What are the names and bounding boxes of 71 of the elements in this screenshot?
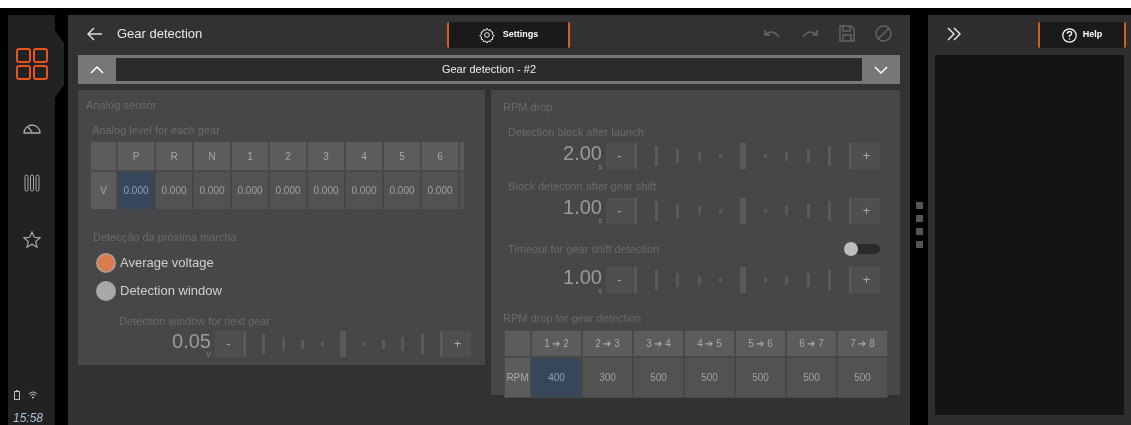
option-label: Average voltage bbox=[120, 253, 214, 272]
column-header: N bbox=[193, 141, 231, 171]
column-header: P bbox=[117, 141, 155, 171]
column-header: 3 bbox=[307, 141, 345, 171]
selector-field[interactable]: Gear detection - #2 bbox=[116, 58, 862, 81]
decrement-button[interactable]: - bbox=[606, 143, 633, 169]
increment-button[interactable]: + bbox=[853, 267, 880, 293]
table-cell[interactable]: 0.000 bbox=[231, 171, 269, 210]
column-header: 6 ➔ 7 bbox=[786, 329, 837, 357]
page-title: Gear detection bbox=[117, 24, 203, 43]
column-header: 2 ➔ 3 bbox=[582, 329, 633, 357]
table-cell[interactable]: 0.000 bbox=[117, 171, 155, 210]
chevron-up-icon bbox=[90, 65, 104, 74]
columns-icon[interactable] bbox=[23, 174, 40, 192]
setting-value: 1.00 bbox=[563, 197, 602, 217]
column-header: 1 ➔ 2 bbox=[531, 329, 582, 357]
save-icon[interactable] bbox=[839, 25, 855, 42]
column-header: 4 ➔ 5 bbox=[684, 329, 735, 357]
increment-button[interactable]: + bbox=[444, 331, 471, 357]
apps-grid-icon[interactable] bbox=[15, 48, 48, 80]
column-header: R bbox=[155, 141, 193, 171]
decrement-button[interactable]: - bbox=[215, 331, 242, 357]
setting-value: 1.00 bbox=[563, 266, 602, 287]
setting-value: 2.00 bbox=[563, 142, 602, 163]
table-cell[interactable]: 0.000 bbox=[155, 171, 193, 210]
row-header: RPM bbox=[504, 356, 531, 398]
column-header: 6 bbox=[421, 141, 459, 171]
wifi-icon bbox=[28, 391, 38, 399]
decrement-button[interactable]: - bbox=[606, 267, 633, 293]
table-cell[interactable]: 500 bbox=[786, 356, 837, 398]
chevron-down-icon bbox=[874, 65, 888, 74]
table-cell[interactable]: 0.000 bbox=[269, 171, 307, 210]
star-icon[interactable] bbox=[22, 230, 41, 248]
option-label: Detection window bbox=[120, 281, 222, 300]
table-corner-cell bbox=[90, 141, 117, 171]
increment-button[interactable]: + bbox=[853, 197, 880, 224]
cancel-icon[interactable] bbox=[875, 25, 892, 42]
column-header: 7 ➔ 8 bbox=[837, 329, 888, 357]
table-cell[interactable]: 300 bbox=[582, 356, 633, 398]
radio-button[interactable] bbox=[96, 252, 116, 273]
help-icon bbox=[1061, 27, 1077, 43]
table-cell[interactable]: 500 bbox=[837, 356, 888, 398]
battery-icon bbox=[14, 390, 20, 400]
table-cell[interactable]: 0.000 bbox=[307, 171, 345, 210]
table-cell[interactable]: 0.000 bbox=[193, 171, 231, 210]
table-cell[interactable]: 0.000 bbox=[421, 171, 459, 210]
column-header: 1 bbox=[231, 141, 269, 171]
column-header: 5 ➔ 6 bbox=[735, 329, 786, 357]
radio-button[interactable] bbox=[96, 280, 116, 301]
column-header: 2 bbox=[269, 141, 307, 171]
column-header: 5 bbox=[383, 141, 421, 171]
settings-button[interactable]: Settings bbox=[447, 22, 570, 48]
column-header: 4 bbox=[345, 141, 383, 171]
double-chevron-right-icon[interactable] bbox=[947, 26, 961, 41]
table-cell[interactable]: 0.000 bbox=[345, 171, 383, 210]
decrement-button[interactable]: - bbox=[606, 197, 633, 224]
table-cell[interactable]: 500 bbox=[684, 356, 735, 398]
table-cell[interactable]: 500 bbox=[633, 356, 684, 398]
row-header: V bbox=[90, 171, 117, 210]
help-button[interactable]: Help bbox=[1038, 22, 1126, 48]
table-cell[interactable]: 400 bbox=[531, 356, 582, 398]
clock-time: 15:58 bbox=[12, 412, 45, 425]
setting-value: 0.05 bbox=[172, 330, 211, 351]
back-arrow-icon[interactable] bbox=[87, 26, 103, 41]
settings-icon bbox=[478, 27, 495, 43]
toggle-switch[interactable] bbox=[844, 243, 880, 254]
column-header: 3 ➔ 4 bbox=[633, 329, 684, 357]
table-cell[interactable]: 0.000 bbox=[383, 171, 421, 210]
table-corner-cell bbox=[504, 329, 531, 357]
increment-button[interactable]: + bbox=[853, 143, 880, 169]
table-cell[interactable]: 500 bbox=[735, 356, 786, 398]
